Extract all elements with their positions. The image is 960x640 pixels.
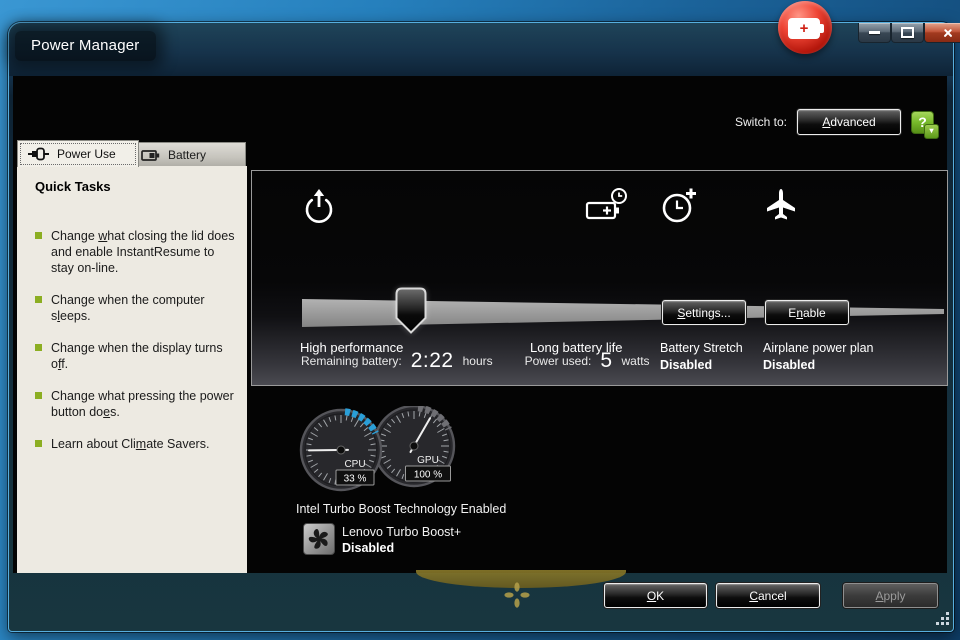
- content-area: Switch to: Advanced ? ▾ Power Use: [13, 76, 947, 573]
- power-used-unit: watts: [622, 354, 650, 368]
- minimize-icon: [869, 31, 880, 34]
- usage-gauges: GPU 100 % CPU 33 %: [292, 406, 464, 502]
- battery-stretch-settings-button[interactable]: Settings...: [662, 300, 746, 325]
- tab-label: Battery: [168, 148, 206, 162]
- long-battery-life-icon: [585, 187, 629, 225]
- power-used-value: 5: [600, 349, 612, 373]
- battery-stretch-icon: [660, 187, 700, 225]
- desktop: Power Manager Switch to: Advanced ? ▾: [0, 0, 960, 640]
- apply-button[interactable]: Apply: [843, 583, 938, 608]
- tab-label: Power Use: [57, 147, 116, 161]
- resize-grip-icon[interactable]: [936, 612, 950, 626]
- quick-tasks-list: Change what closing the lid does and ena…: [17, 228, 247, 452]
- cancel-button[interactable]: Cancel: [716, 583, 820, 608]
- plug-icon: [28, 146, 50, 162]
- maximize-icon: [901, 27, 914, 38]
- quick-task-computer-sleep[interactable]: Change when the computer sleeps.: [35, 292, 237, 324]
- quick-task-display-off[interactable]: Change when the display turns off.: [35, 340, 237, 372]
- svg-text:CPU: CPU: [344, 459, 365, 470]
- battery-alert-badge-icon: +: [778, 1, 832, 54]
- maximize-button[interactable]: [891, 23, 924, 43]
- close-icon: [942, 27, 954, 39]
- power-manager-window: Power Manager Switch to: Advanced ? ▾: [8, 22, 954, 632]
- lenovo-turbo-label: Lenovo Turbo Boost+: [342, 525, 461, 539]
- svg-text:33 %: 33 %: [344, 474, 367, 485]
- lenovo-turbo-status: Disabled: [342, 541, 394, 555]
- help-dropdown-badge: ▾: [924, 124, 939, 139]
- fan-icon: [303, 523, 335, 555]
- help-icon[interactable]: ? ▾: [911, 111, 934, 134]
- tab-power-use[interactable]: Power Use: [17, 140, 139, 167]
- bullet-icon: [35, 296, 42, 303]
- battery-stretch-status: Disabled: [660, 358, 712, 372]
- quick-task-power-button[interactable]: Change what pressing the power button do…: [35, 388, 237, 420]
- minimize-button[interactable]: [858, 23, 891, 43]
- remaining-battery-value: 2:22: [411, 349, 454, 373]
- switch-to-row: Switch to: Advanced ? ▾: [735, 107, 934, 137]
- close-button[interactable]: [924, 23, 960, 43]
- battery-icon: [141, 149, 161, 162]
- airplane-plan-status: Disabled: [763, 358, 815, 372]
- advanced-button[interactable]: Advanced: [797, 109, 901, 135]
- power-plan-panel: High performance Long battery life Setti…: [251, 170, 948, 386]
- power-slider-thumb[interactable]: [395, 287, 428, 336]
- quick-task-climate-savers[interactable]: Learn about Climate Savers.: [35, 436, 237, 452]
- ok-button[interactable]: OK: [604, 583, 707, 608]
- window-title: Power Manager: [31, 37, 140, 54]
- battery-info-row: Remaining battery: 2:22 hours Power used…: [301, 349, 650, 373]
- bullet-icon: [35, 392, 42, 399]
- power-used-label: Power used:: [525, 354, 592, 368]
- bullet-icon: [35, 344, 42, 351]
- quick-tasks-sidebar: Quick Tasks Change what closing the lid …: [17, 166, 247, 573]
- quick-tasks-heading: Quick Tasks: [17, 166, 247, 194]
- battery-stretch-label: Battery Stretch: [660, 341, 743, 355]
- remaining-battery-unit: hours: [463, 354, 493, 368]
- switch-to-label: Switch to:: [735, 115, 787, 129]
- airplane-plan-label: Airplane power plan: [763, 341, 874, 355]
- svg-text:GPU: GPU: [417, 455, 439, 466]
- wallpaper-flower: [504, 582, 530, 608]
- quick-task-lid-close[interactable]: Change what closing the lid does and ena…: [35, 228, 237, 276]
- power-performance-icon: [300, 188, 338, 226]
- window-title-backdrop: Power Manager: [15, 31, 156, 61]
- window-controls: [858, 23, 960, 43]
- tab-battery[interactable]: Battery: [130, 142, 246, 167]
- bullet-icon: [35, 232, 42, 239]
- svg-text:100 %: 100 %: [414, 470, 442, 481]
- airplane-enable-button[interactable]: Enable: [765, 300, 849, 325]
- bullet-icon: [35, 440, 42, 447]
- airplane-icon: [765, 188, 797, 222]
- remaining-battery-label: Remaining battery:: [301, 354, 402, 368]
- intel-turbo-status: Intel Turbo Boost Technology Enabled: [296, 502, 506, 516]
